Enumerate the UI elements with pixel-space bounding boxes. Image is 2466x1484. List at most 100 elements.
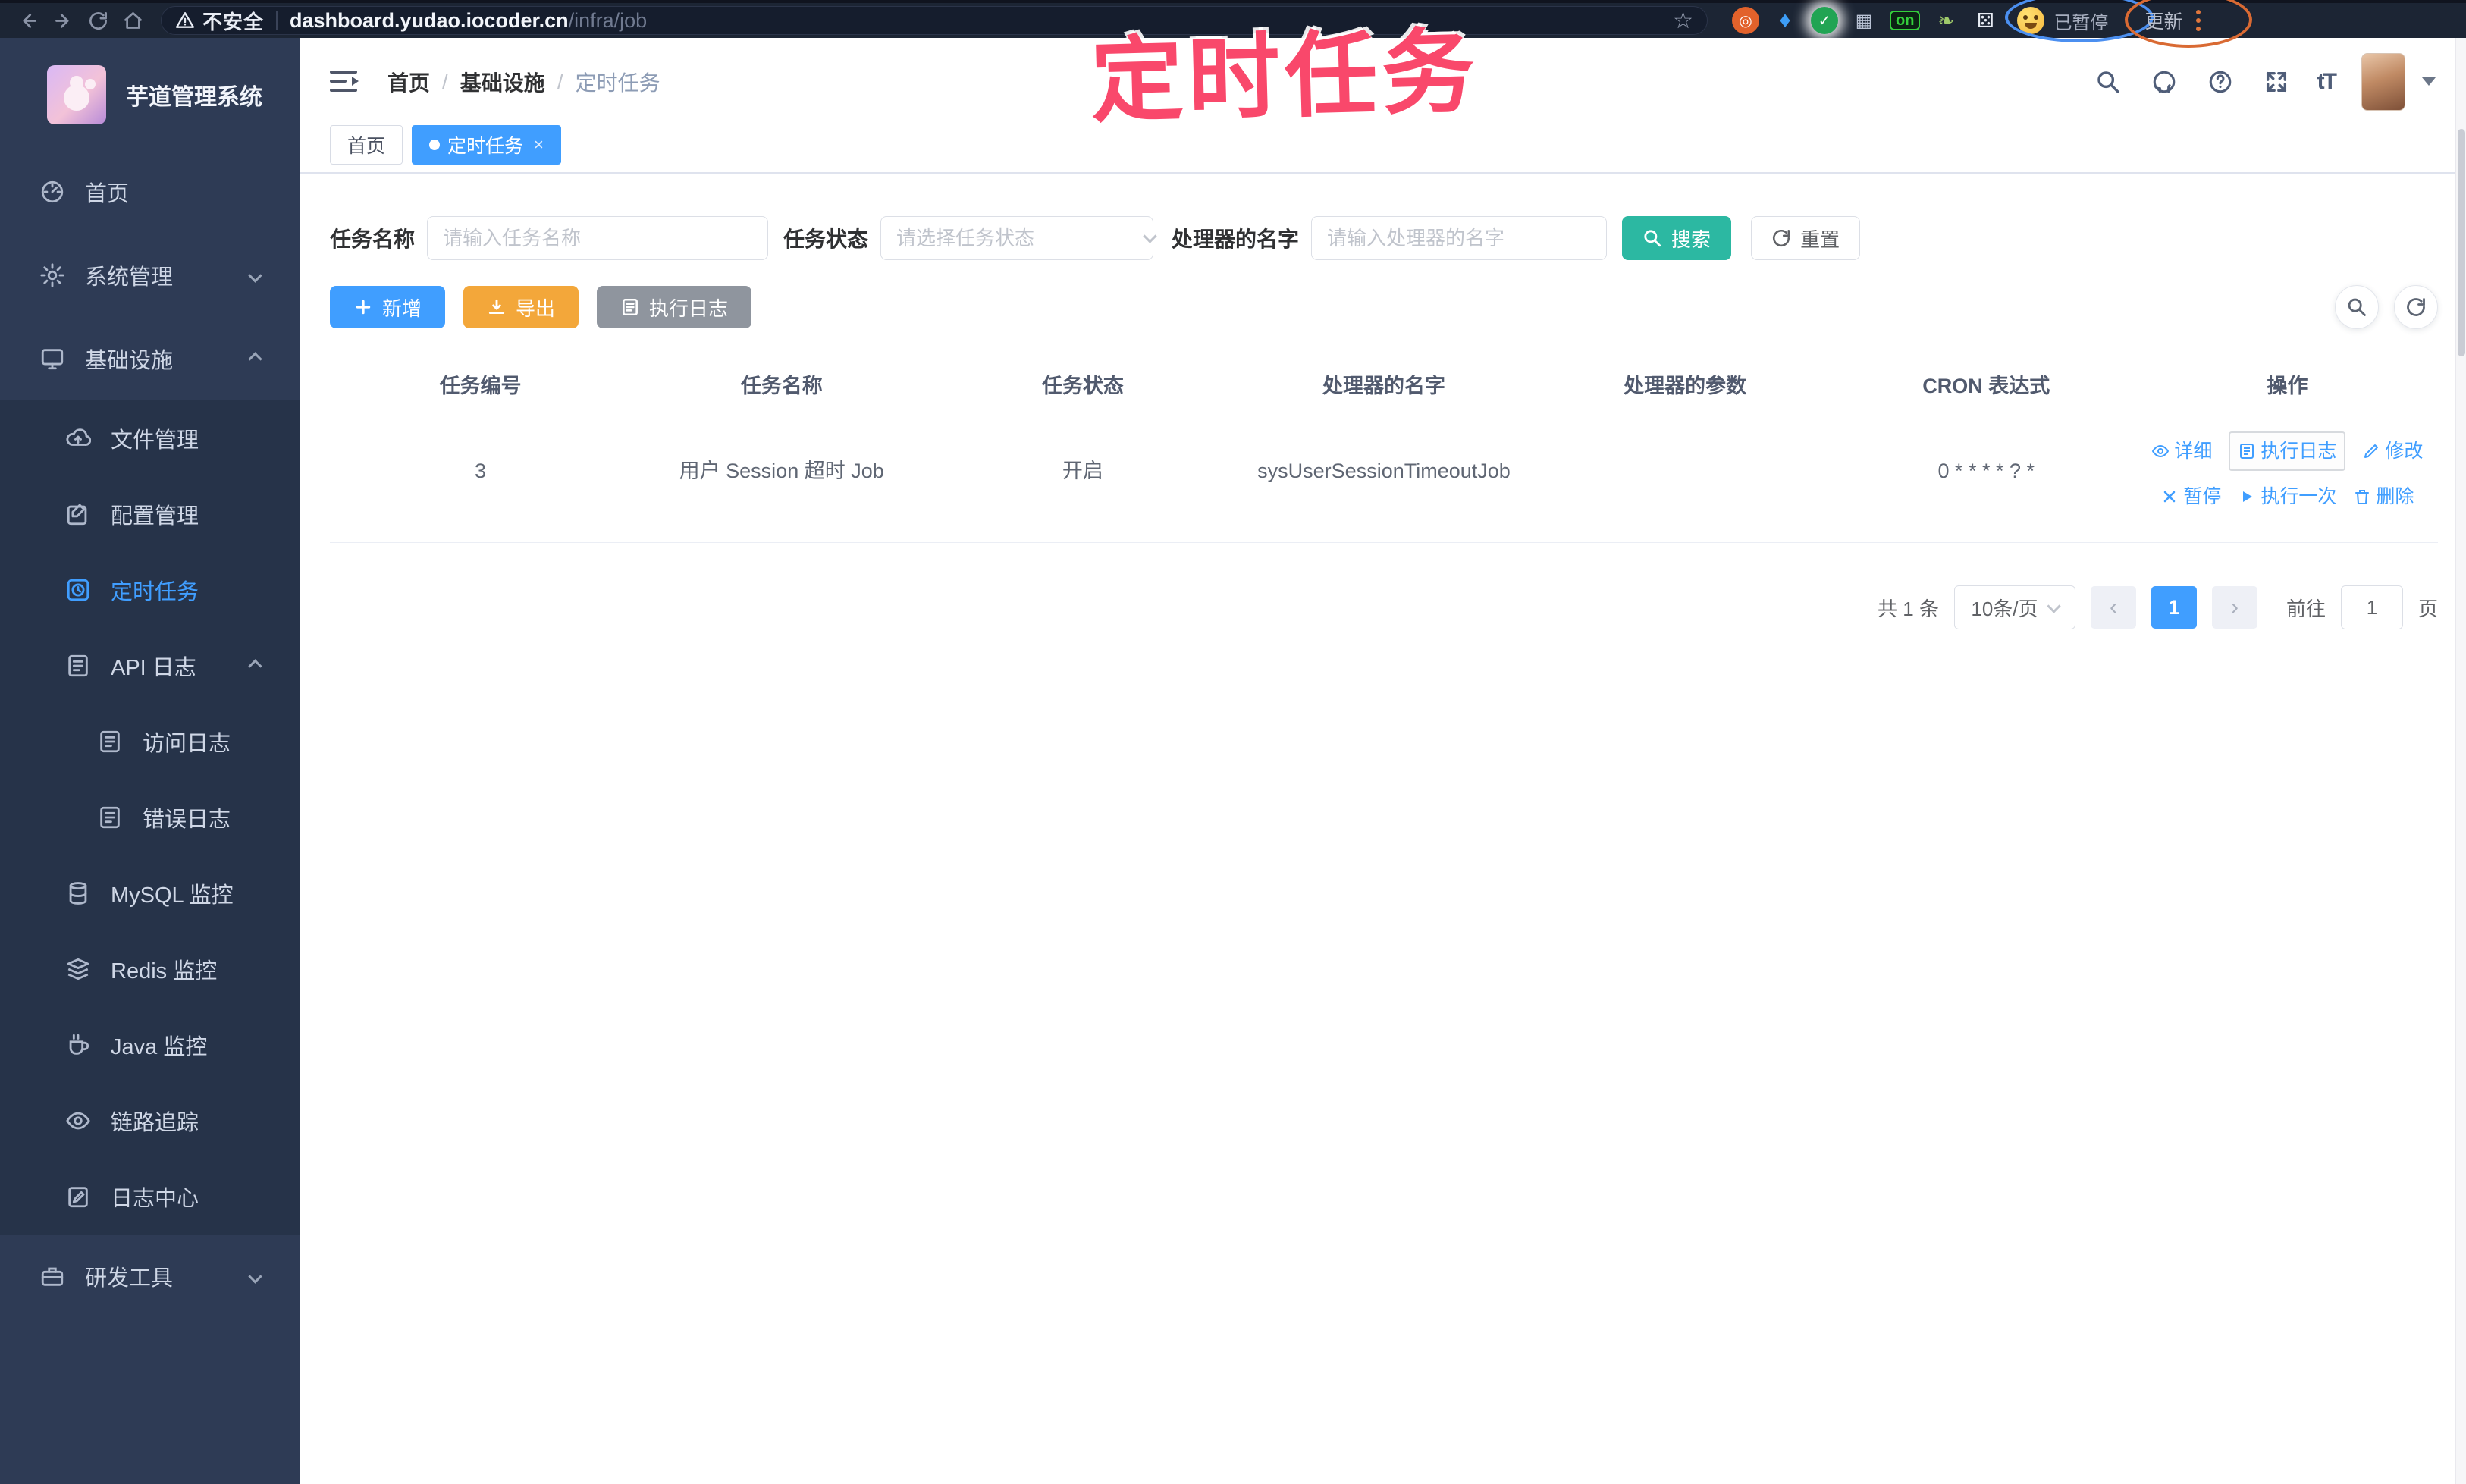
download-icon bbox=[488, 299, 505, 314]
browser-menu-icon[interactable] bbox=[2196, 10, 2201, 31]
refresh-button[interactable] bbox=[2394, 285, 2438, 329]
pause-link[interactable]: 暂停 bbox=[2160, 482, 2221, 512]
column-header: 处理器的名字 bbox=[1322, 374, 1445, 397]
sidebar-toggle-icon[interactable] bbox=[330, 69, 360, 95]
github-icon[interactable] bbox=[2149, 67, 2179, 97]
goto-page-input[interactable] bbox=[2340, 585, 2403, 629]
sidebar-item-system[interactable]: 系统管理 bbox=[0, 234, 300, 317]
sidebar-item-java[interactable]: Java 监控 bbox=[0, 1007, 300, 1083]
breadcrumb-home[interactable]: 首页 bbox=[387, 67, 430, 97]
forward-icon[interactable] bbox=[45, 5, 80, 36]
breadcrumb-separator: / bbox=[557, 69, 563, 93]
exec-log-button[interactable]: 执行日志 bbox=[597, 286, 752, 328]
sidebar-item-infra[interactable]: 基础设施 bbox=[0, 317, 300, 400]
current-page[interactable]: 1 bbox=[2151, 586, 2197, 629]
scrollbar-thumb[interactable] bbox=[2458, 129, 2465, 356]
search-icon[interactable] bbox=[2093, 67, 2123, 97]
handler-name-input[interactable] bbox=[1311, 216, 1608, 260]
extension-orange-icon[interactable]: ◎ bbox=[1732, 7, 1759, 34]
job-name-input[interactable] bbox=[427, 216, 769, 260]
sidebar-item-label: Redis 监控 bbox=[111, 959, 218, 984]
sidebar-item-redis[interactable]: Redis 监控 bbox=[0, 931, 300, 1007]
edit-link[interactable]: 修改 bbox=[2362, 436, 2423, 466]
extension-green-check-icon[interactable]: ✓ bbox=[1811, 7, 1838, 34]
sidebar-item-label: 研发工具 bbox=[85, 1266, 174, 1291]
edit-square-icon bbox=[65, 501, 91, 527]
sidebar-item-job[interactable]: 定时任务 bbox=[0, 552, 300, 628]
document-icon bbox=[65, 653, 91, 679]
on-badge[interactable]: on bbox=[1890, 11, 1921, 30]
detail-link[interactable]: 详细 bbox=[2151, 436, 2212, 466]
reset-button-label: 重置 bbox=[1800, 227, 1840, 251]
extensions-puzzle-icon[interactable]: ⚄ bbox=[1972, 7, 1999, 34]
home-icon[interactable] bbox=[115, 5, 150, 36]
breadcrumb-infra[interactable]: 基础设施 bbox=[460, 67, 545, 97]
update-button[interactable]: 更新 bbox=[2144, 7, 2182, 34]
page-scrollbar[interactable] bbox=[2455, 38, 2466, 1484]
extension-blue-icon[interactable]: ♦ bbox=[1771, 7, 1799, 34]
jobs-table: 任务编号 任务名称 任务状态 处理器的名字 处理器的参数 CRON 表达式 操作… bbox=[330, 362, 2438, 543]
avatar-caret-icon[interactable] bbox=[2422, 77, 2436, 86]
search-button[interactable]: 搜索 bbox=[1622, 216, 1732, 260]
reload-icon[interactable] bbox=[80, 5, 115, 36]
extension-leaf-icon[interactable]: ❧ bbox=[1932, 7, 1959, 34]
search-button-label: 搜索 bbox=[1671, 227, 1711, 251]
sidebar-item-error-log[interactable]: 错误日志 bbox=[0, 780, 300, 855]
bookmark-star-icon[interactable]: ☆ bbox=[1673, 8, 1693, 34]
security-label[interactable]: 不安全 bbox=[202, 7, 264, 35]
url-path: /infra/job bbox=[568, 8, 648, 32]
url-host: dashboard.yudao.iocoder.cn bbox=[290, 8, 569, 32]
page-size-select[interactable]: 10条/页 bbox=[1953, 585, 2075, 629]
tab-home[interactable]: 首页 bbox=[330, 125, 403, 165]
sidebar-item-access-log[interactable]: 访问日志 bbox=[0, 704, 300, 780]
toggle-search-button[interactable] bbox=[2335, 285, 2379, 329]
exec-log-link-label: 执行日志 bbox=[2260, 441, 2337, 462]
sidebar-item-api-log[interactable]: API 日志 bbox=[0, 628, 300, 704]
pagination: 共 1 条 10条/页 ‹ 1 › 前往 页 bbox=[330, 585, 2438, 629]
job-status-select-input[interactable] bbox=[880, 216, 1154, 260]
extension-grid-icon[interactable]: ▦ bbox=[1850, 7, 1878, 34]
prev-page-button[interactable]: ‹ bbox=[2090, 586, 2136, 629]
sidebar-item-log-center[interactable]: 日志中心 bbox=[0, 1159, 300, 1235]
job-name-label: 任务名称 bbox=[330, 227, 416, 251]
help-icon[interactable] bbox=[2205, 67, 2235, 97]
sidebar-item-dev-tools[interactable]: 研发工具 bbox=[0, 1235, 300, 1318]
user-avatar[interactable] bbox=[2361, 52, 2405, 111]
search-icon bbox=[1644, 230, 1661, 247]
tab-job-active[interactable]: 定时任务 × bbox=[412, 125, 561, 165]
sidebar-item-home[interactable]: 首页 bbox=[0, 150, 300, 234]
sidebar-item-config[interactable]: 配置管理 bbox=[0, 476, 300, 552]
sidebar-item-label: 基础设施 bbox=[85, 349, 174, 373]
cell-job-id: 3 bbox=[475, 460, 487, 483]
fullscreen-icon[interactable] bbox=[2261, 67, 2292, 97]
table-toolbar: 新增 导出 执行日志 bbox=[330, 285, 2438, 329]
not-secure-warning-icon bbox=[175, 11, 195, 30]
sidebar-item-trace[interactable]: 链路追踪 bbox=[0, 1083, 300, 1159]
cell-operations: 详细 执行日志 修改 暂停 执行一次 删除 bbox=[2137, 431, 2438, 512]
close-icon[interactable]: × bbox=[534, 135, 544, 155]
reset-button[interactable]: 重置 bbox=[1751, 216, 1861, 260]
tab-label: 定时任务 bbox=[447, 136, 524, 157]
edit-document-icon bbox=[65, 1184, 91, 1209]
breadcrumb-current: 定时任务 bbox=[575, 71, 660, 95]
app-logo-row[interactable]: 芋道管理系统 bbox=[0, 38, 300, 150]
back-icon[interactable] bbox=[11, 5, 45, 36]
browser-window: 不安全 dashboard.yudao.iocoder.cn /infra/jo… bbox=[0, 0, 2466, 1484]
exec-log-button-label: 执行日志 bbox=[649, 296, 729, 320]
exec-log-link[interactable]: 执行日志 bbox=[2229, 431, 2346, 471]
job-status-select[interactable] bbox=[868, 216, 1172, 260]
export-button[interactable]: 导出 bbox=[463, 286, 579, 328]
browser-profile-chip[interactable]: 已暂停 bbox=[2005, 0, 2154, 42]
sidebar-item-mysql[interactable]: MySQL 监控 bbox=[0, 855, 300, 931]
font-size-icon[interactable]: tT bbox=[2317, 69, 2337, 95]
next-page-button[interactable]: › bbox=[2211, 586, 2257, 629]
app-shell: 芋道管理系统 首页 系统管理 基础设施 文件管理 配置管理 定时任务 API 日… bbox=[0, 38, 2466, 1484]
column-header: 任务编号 bbox=[439, 374, 522, 397]
delete-link[interactable]: 删除 bbox=[2353, 482, 2414, 512]
sidebar-item-file[interactable]: 文件管理 bbox=[0, 400, 300, 476]
job-status-label: 任务状态 bbox=[783, 227, 869, 251]
sidebar-item-label: 定时任务 bbox=[111, 580, 199, 604]
sidebar-item-label: API 日志 bbox=[111, 656, 196, 680]
run-once-link[interactable]: 执行一次 bbox=[2238, 482, 2336, 512]
add-button[interactable]: 新增 bbox=[330, 286, 446, 328]
